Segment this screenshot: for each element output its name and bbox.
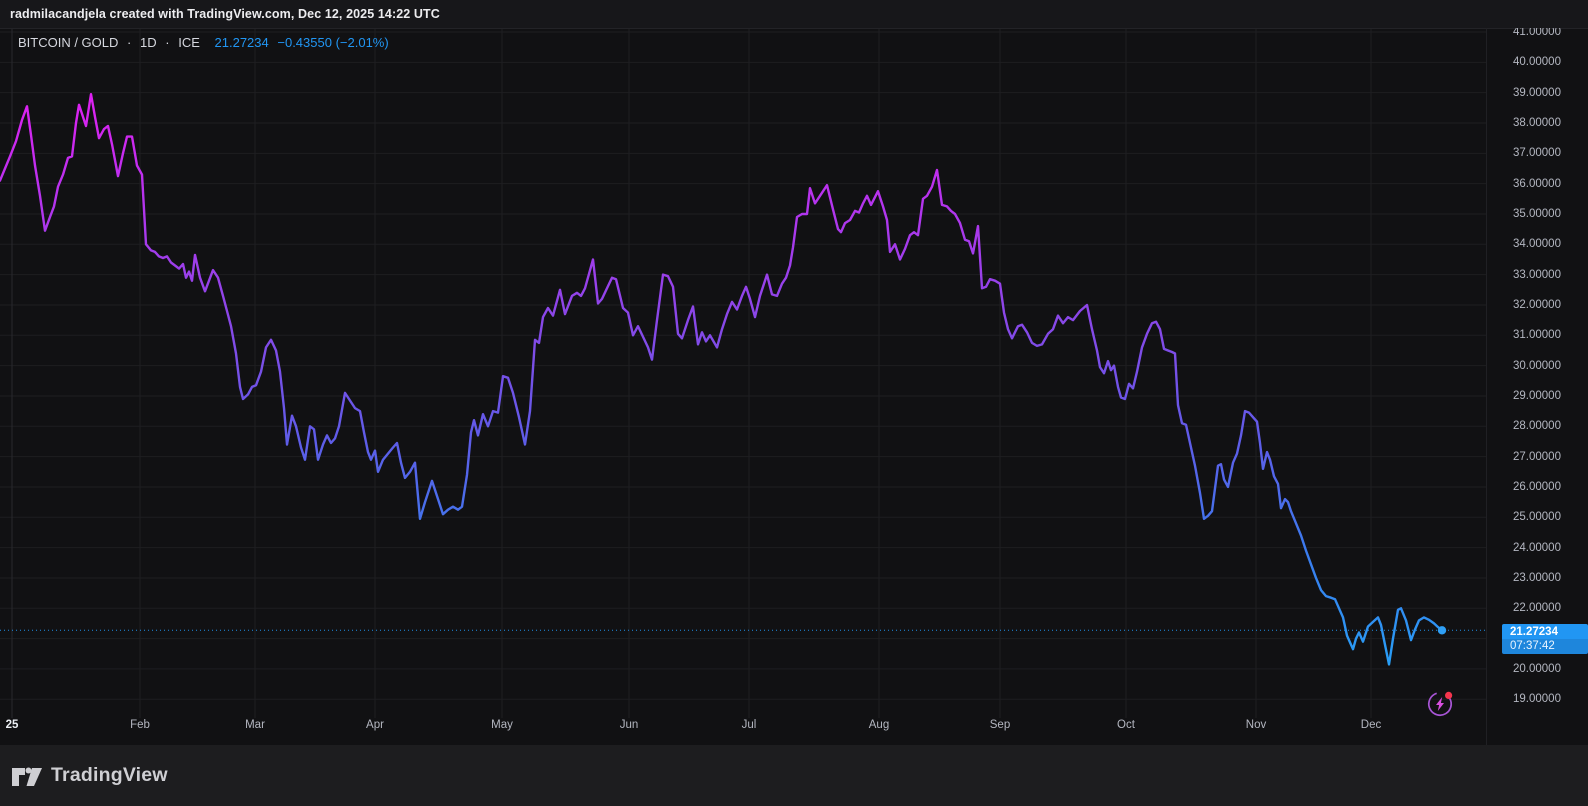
price-tick-label: 34.00000 <box>1513 238 1561 251</box>
footer-bar: TradingView <box>0 745 1588 806</box>
time-tick-label: Mar <box>245 719 265 731</box>
time-tick-label: Nov <box>1245 719 1267 731</box>
symbol-info-row[interactable]: BITCOIN / GOLD · 1D · ICE 21.27234 −0.43… <box>18 35 394 50</box>
exchange-label: ICE <box>178 35 200 50</box>
attribution-text: radmilacandjela created with TradingView… <box>10 7 440 21</box>
tradingview-brand-text: TradingView <box>51 764 168 786</box>
time-tick-label: Oct <box>1117 719 1135 731</box>
chart-gridlines <box>0 28 1486 718</box>
price-chart[interactable] <box>0 0 1588 745</box>
separator-dot: · <box>165 35 170 50</box>
interval-label: 1D <box>140 35 157 50</box>
price-tick-label: 24.00000 <box>1513 541 1561 554</box>
tradingview-logo[interactable]: TradingView <box>12 745 168 806</box>
countdown-timer: 07:37:42 <box>1502 639 1588 654</box>
price-tick-label: 23.00000 <box>1513 571 1561 584</box>
symbol-name: BITCOIN / GOLD <box>18 35 119 50</box>
price-tick-label: 28.00000 <box>1513 420 1561 433</box>
price-tick-label: 22.00000 <box>1513 602 1561 615</box>
tradingview-logo-icon <box>12 767 42 786</box>
time-tick-label: Feb <box>130 719 150 731</box>
price-tick-label: 35.00000 <box>1513 207 1561 220</box>
last-price-label-value: 21.27234 <box>1502 624 1588 639</box>
price-tick-label: 33.00000 <box>1513 268 1561 281</box>
price-tick-label: 37.00000 <box>1513 147 1561 160</box>
attribution-bar: radmilacandjela created with TradingView… <box>0 0 1588 28</box>
last-price-value: 21.27234 <box>214 35 269 50</box>
time-tick-label: Jul <box>741 719 757 731</box>
time-tick-label: Sep <box>989 719 1011 731</box>
price-tick-label: 38.00000 <box>1513 116 1561 129</box>
price-tick-label: 29.00000 <box>1513 389 1561 402</box>
price-change-value: −0.43550 (−2.01%) <box>277 35 389 50</box>
price-tick-label: 19.00000 <box>1513 693 1561 706</box>
price-tick-label: 20.00000 <box>1513 662 1561 675</box>
time-tick-label: May <box>491 719 513 731</box>
price-tick-label: 40.00000 <box>1513 56 1561 69</box>
time-tick-label: Dec <box>1360 719 1382 731</box>
separator-dot: · <box>127 35 132 50</box>
time-tick-label: 25 <box>5 719 19 731</box>
time-tick-label: Jun <box>619 719 639 731</box>
pane-border <box>0 28 1588 29</box>
price-tick-label: 27.00000 <box>1513 450 1561 463</box>
price-tick-label: 39.00000 <box>1513 86 1561 99</box>
spark-icon[interactable] <box>1417 681 1463 727</box>
price-tick-label: 25.00000 <box>1513 511 1561 524</box>
alert-dot <box>1445 691 1453 699</box>
time-tick-label: Aug <box>868 719 890 731</box>
lightning-bolt-icon <box>1436 697 1444 711</box>
ratio-line-series <box>0 92 1444 666</box>
price-tick-label: 32.00000 <box>1513 298 1561 311</box>
price-tick-label: 36.00000 <box>1513 177 1561 190</box>
time-scale[interactable]: 25 Feb Mar Apr May Jun Jul Aug Sep Oct Nov Dec <box>0 712 1486 745</box>
price-tick-label: 31.00000 <box>1513 329 1561 342</box>
price-tick-label: 26.00000 <box>1513 480 1561 493</box>
time-tick-label: Apr <box>366 719 384 731</box>
last-value-dot <box>1437 626 1447 635</box>
last-price-label: 21.27234 07:37:42 <box>1502 624 1588 654</box>
price-tick-label: 30.00000 <box>1513 359 1561 372</box>
